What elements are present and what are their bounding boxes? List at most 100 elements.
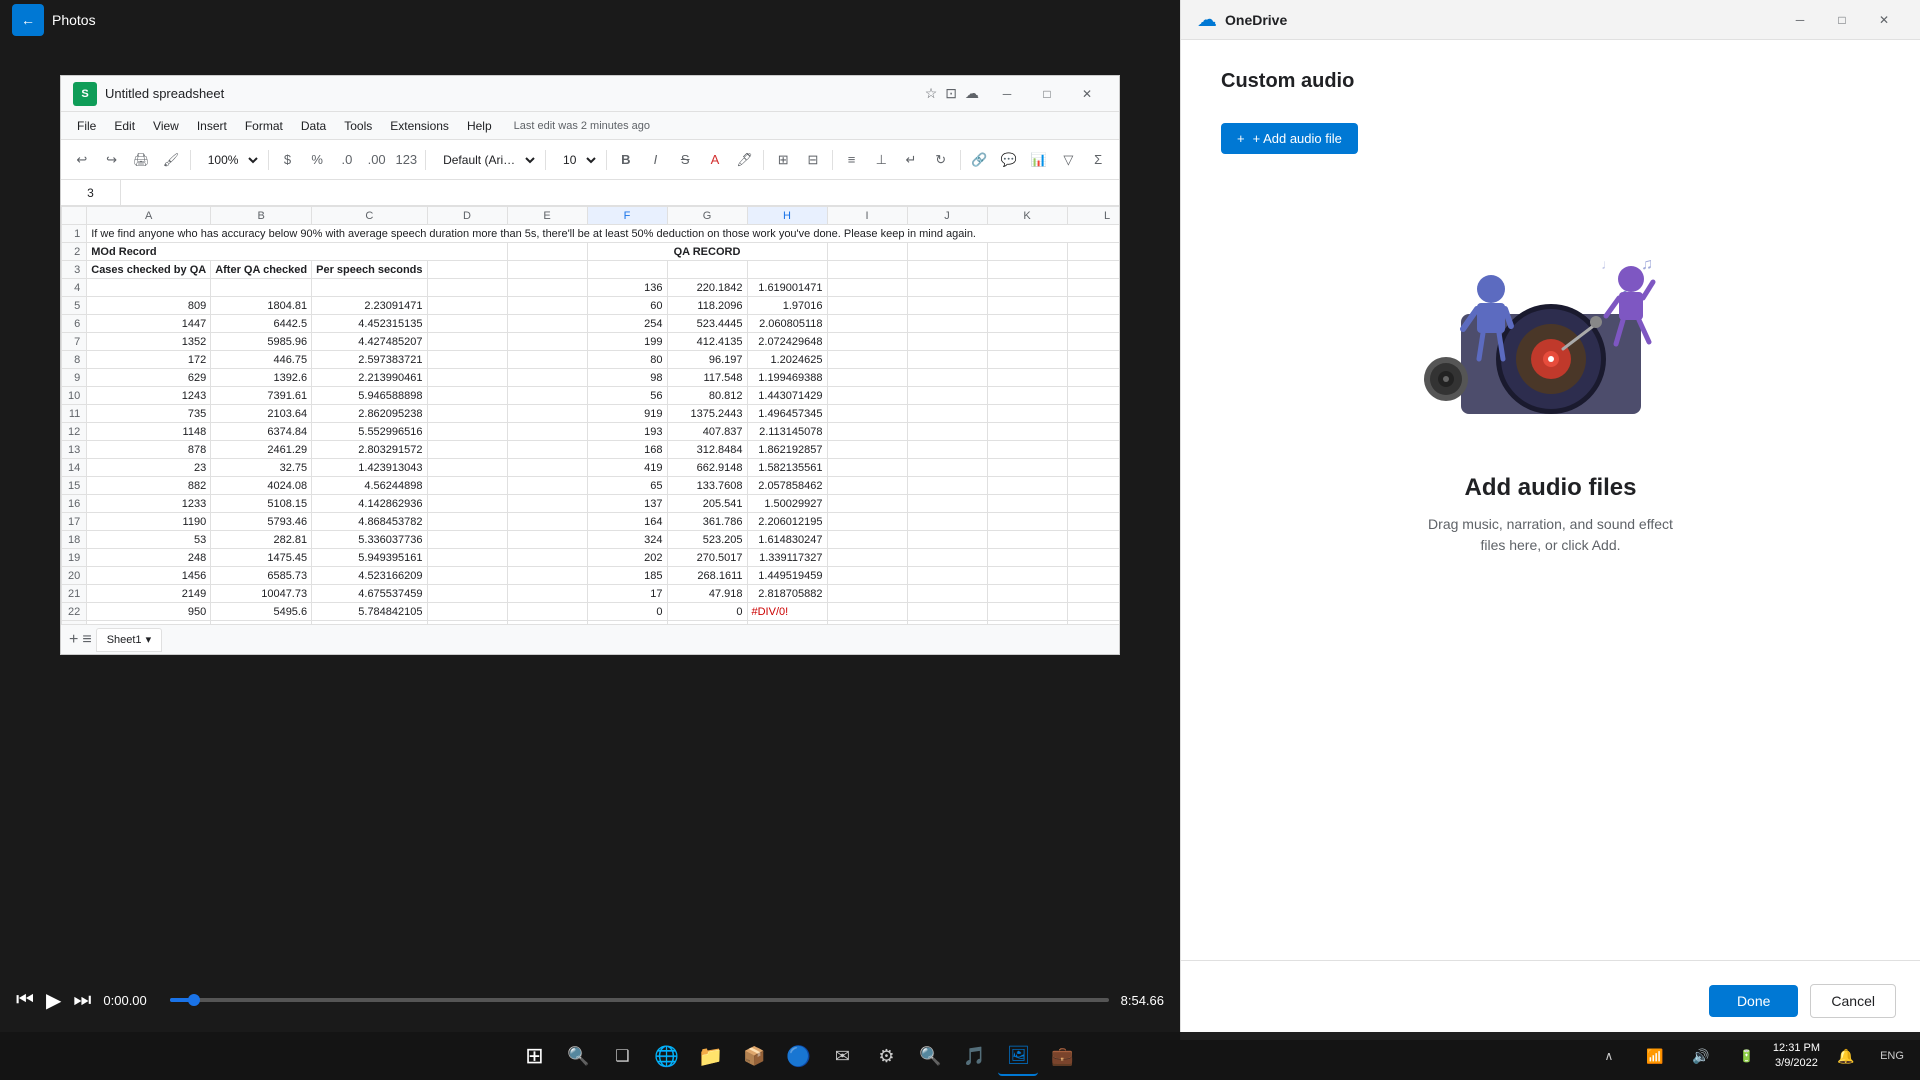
menu-file[interactable]: File xyxy=(69,116,104,136)
add-audio-file-button[interactable]: + + Add audio file xyxy=(1221,123,1358,154)
taskbar-chrome[interactable]: 🔵 xyxy=(778,1036,818,1076)
od-maximize-button[interactable]: □ xyxy=(1822,6,1862,34)
currency-button[interactable]: $ xyxy=(275,146,301,174)
menu-tools[interactable]: Tools xyxy=(336,116,380,136)
zoom-select[interactable]: 100% xyxy=(197,147,262,173)
col-cases-qa[interactable]: Cases checked by QA xyxy=(87,261,211,279)
function-button[interactable]: Σ xyxy=(1085,146,1111,174)
qa-record-header[interactable]: QA RECORD xyxy=(587,243,827,261)
borders-button[interactable]: ⊞ xyxy=(770,146,796,174)
maximize-button[interactable]: □ xyxy=(1027,80,1067,108)
network-icon[interactable]: 📶 xyxy=(1635,1036,1675,1076)
taskbar-edge[interactable]: 🌐 xyxy=(646,1036,686,1076)
od-minimize-button[interactable]: ─ xyxy=(1780,6,1820,34)
rotate-button[interactable]: ↻ xyxy=(928,146,954,174)
chart-button[interactable]: 📊 xyxy=(1026,146,1052,174)
taskbar-explorer[interactable]: 📁 xyxy=(690,1036,730,1076)
done-button[interactable]: Done xyxy=(1709,985,1798,1017)
valign-button[interactable]: ⊥ xyxy=(868,146,894,174)
menu-data[interactable]: Data xyxy=(293,116,334,136)
taskbar-dropbox[interactable]: 📦 xyxy=(734,1036,774,1076)
taskbar-search2[interactable]: 🔍 xyxy=(910,1036,950,1076)
menu-help[interactable]: Help xyxy=(459,116,500,136)
col-header-j[interactable]: J xyxy=(907,207,987,225)
minimize-button[interactable]: ─ xyxy=(987,80,1027,108)
play-button[interactable]: ▶ xyxy=(46,988,61,1013)
menu-insert[interactable]: Insert xyxy=(189,116,235,136)
menu-extensions[interactable]: Extensions xyxy=(382,116,457,136)
bold-button[interactable]: B xyxy=(613,146,639,174)
language-indicator[interactable]: ENG xyxy=(1872,1036,1912,1076)
spreadsheet-title[interactable]: Untitled spreadsheet xyxy=(105,86,917,101)
sheet-tab-1[interactable]: Sheet1 ▾ xyxy=(96,628,162,652)
font-size-select[interactable]: 10 xyxy=(552,147,600,173)
merge-button[interactable]: ⊟ xyxy=(800,146,826,174)
col-header-a[interactable]: A xyxy=(87,207,211,225)
decimal-button[interactable]: .0 xyxy=(334,146,360,174)
ss-grid-container[interactable]: A B C D E F G H I J K L M 1 xyxy=(61,206,1119,624)
add-sheet-button[interactable]: + xyxy=(69,631,78,649)
italic-button[interactable]: I xyxy=(643,146,669,174)
col-header-f[interactable]: F xyxy=(587,207,667,225)
col-after-qa[interactable]: After QA checked xyxy=(211,261,312,279)
close-button[interactable]: ✕ xyxy=(1067,80,1107,108)
format-number[interactable]: 123 xyxy=(393,146,419,174)
mod-record-header[interactable]: MOd Record xyxy=(87,243,507,261)
font-select[interactable]: Default (Ari… xyxy=(432,147,539,173)
volume-icon[interactable]: 🔊 xyxy=(1681,1036,1721,1076)
battery-icon[interactable]: 🔋 xyxy=(1727,1036,1767,1076)
taskbar-settings[interactable]: ⚙ xyxy=(866,1036,906,1076)
highlight-button[interactable]: 🖊 xyxy=(732,146,758,174)
cell-reference[interactable]: 3 xyxy=(61,180,121,205)
back-button[interactable]: ← xyxy=(12,4,44,36)
notification-button[interactable]: 🔔 xyxy=(1826,1036,1866,1076)
progress-bar[interactable] xyxy=(170,998,1108,1002)
col-header-b[interactable]: B xyxy=(211,207,312,225)
sheet-menu-button[interactable]: ≡ xyxy=(82,631,91,649)
show-hidden-icons[interactable]: ∧ xyxy=(1589,1036,1629,1076)
col-header-e[interactable]: E xyxy=(507,207,587,225)
task-view-button[interactable]: ❑ xyxy=(602,1036,642,1076)
taskbar-photos[interactable]: 🖼 xyxy=(998,1036,1038,1076)
redo-button[interactable]: ↪ xyxy=(99,146,125,174)
formula-input[interactable] xyxy=(121,180,1119,205)
skip-forward-button[interactable]: ⏭ xyxy=(73,989,91,1012)
align-button[interactable]: ≡ xyxy=(839,146,865,174)
col-header-k[interactable]: K xyxy=(987,207,1067,225)
menu-view[interactable]: View xyxy=(145,116,187,136)
taskbar-search[interactable]: 🔍 xyxy=(558,1036,598,1076)
col-header-l[interactable]: L xyxy=(1067,207,1119,225)
menu-edit[interactable]: Edit xyxy=(106,116,143,136)
skip-back-button[interactable]: ⏮ xyxy=(16,989,34,1012)
od-close-button[interactable]: ✕ xyxy=(1864,6,1904,34)
font-color-button[interactable]: A xyxy=(702,146,728,174)
col-header-d[interactable]: D xyxy=(427,207,507,225)
paint-format-button[interactable]: 🖌 xyxy=(158,146,184,174)
progress-thumb[interactable] xyxy=(188,994,200,1006)
print-button[interactable]: 🖨 xyxy=(128,146,154,174)
notice-cell[interactable]: If we find anyone who has accuracy below… xyxy=(87,225,1119,243)
menu-format[interactable]: Format xyxy=(237,116,291,136)
comment-button[interactable]: 💬 xyxy=(996,146,1022,174)
decimal-places-button[interactable]: .00 xyxy=(364,146,390,174)
taskbar-app1[interactable]: 🎵 xyxy=(954,1036,994,1076)
wrap-button[interactable]: ↵ xyxy=(898,146,924,174)
undo-button[interactable]: ↩ xyxy=(69,146,95,174)
cloud-icon[interactable]: ☁ xyxy=(965,85,979,102)
link-button[interactable]: 🔗 xyxy=(966,146,992,174)
taskbar-mail[interactable]: ✉ xyxy=(822,1036,862,1076)
col-header-g[interactable]: G xyxy=(667,207,747,225)
col-per-speech[interactable]: Per speech seconds xyxy=(312,261,427,279)
percent-button[interactable]: % xyxy=(304,146,330,174)
taskbar-app2[interactable]: 💼 xyxy=(1042,1036,1082,1076)
col-header-c[interactable]: C xyxy=(312,207,427,225)
cancel-button[interactable]: Cancel xyxy=(1810,984,1896,1018)
taskbar-clock[interactable]: 12:31 PM 3/9/2022 xyxy=(1773,1041,1820,1072)
copy-icon[interactable]: ⊡ xyxy=(945,85,957,102)
col-header-h[interactable]: H xyxy=(747,207,827,225)
star-icon[interactable]: ☆ xyxy=(925,85,938,102)
filter-button[interactable]: ▽ xyxy=(1056,146,1082,174)
strikethrough-button[interactable]: S xyxy=(672,146,698,174)
col-header-i[interactable]: I xyxy=(827,207,907,225)
start-button[interactable]: ⊞ xyxy=(514,1036,554,1076)
